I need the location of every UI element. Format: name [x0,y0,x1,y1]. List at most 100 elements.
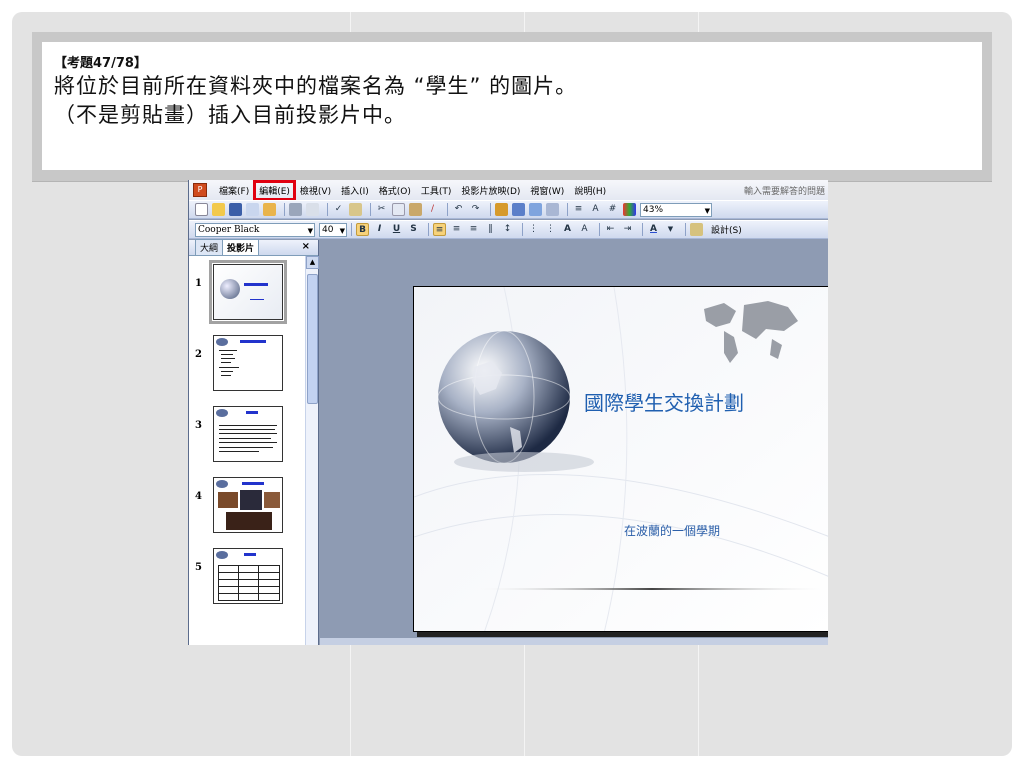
decrease-indent-icon[interactable]: ⇤ [604,223,617,236]
permission-icon[interactable] [246,203,259,216]
formatting-toolbar: Cooper Black ▼ 40 ▼ B I U S ≡ ≡ ≡ ‖ ↕ ⋮ … [189,220,828,239]
zoom-select[interactable]: 43% ▼ [640,202,712,217]
format-painter-icon[interactable]: / [426,203,439,216]
scroll-thumb[interactable] [307,274,318,404]
copy-icon[interactable] [392,203,405,216]
menu-file[interactable]: 檔案(F) [215,182,253,199]
slide-thumbnail-row[interactable]: 5 [193,548,303,608]
menu-format[interactable]: 格式(O) [375,182,415,199]
menu-help[interactable]: 說明(H) [570,182,610,199]
thumb-line [221,354,233,355]
question-box: 【考題47/78】 將位於目前所在資料夾中的檔案名為 “學生” 的圖片。 （不是… [42,42,982,170]
font-size-select[interactable]: 40 ▼ [319,222,347,237]
menu-view[interactable]: 檢視(V) [296,182,335,199]
slide-thumbnail[interactable] [213,477,283,533]
font-name-value: Cooper Black [198,224,260,235]
insert-chart-icon[interactable] [495,203,508,216]
slide-thumbnail[interactable] [213,548,283,604]
new-icon[interactable]: ​ [195,203,208,216]
powerpoint-app-icon[interactable]: P [193,183,207,197]
slide-thumbnail-row[interactable]: 4 [193,477,303,537]
thumb-line [221,375,231,376]
insert-picture-icon[interactable] [546,203,559,216]
underline-icon[interactable]: U [390,223,403,236]
email-icon[interactable] [263,203,276,216]
menubar: P 檔案(F) 編輯(E) 檢視(V) 插入(I) 格式(O) 工具(T) 投影… [189,180,828,201]
bullets-icon[interactable]: ⋮ [544,223,557,236]
slide-thumbnail[interactable] [209,260,287,324]
menu-slideshow[interactable]: 投影片放映(D) [457,182,524,199]
thumb-line [219,367,239,368]
numbering-icon[interactable]: ⋮ [527,223,540,236]
pane-tabs: 大綱 投影片 × [189,239,318,256]
slide-thumbnail-row[interactable]: 2 [193,335,303,395]
font-name-select[interactable]: Cooper Black ▼ [195,222,315,237]
thumb-line [219,447,273,448]
design-icon[interactable] [690,223,703,236]
scroll-up-icon[interactable]: ▲ [306,256,319,269]
slide-thumbnail-row[interactable]: 3 [193,406,303,466]
globe [438,331,570,463]
expand-all-icon[interactable]: ≡ [572,203,585,216]
color-grayscale-icon[interactable] [623,203,636,216]
menu-window[interactable]: 視窗(W) [526,182,568,199]
show-formatting-icon[interactable]: A [589,203,602,216]
slide-number: 2 [195,349,202,360]
bold-icon[interactable]: B [356,223,369,236]
thumb-title [244,283,268,286]
text-direction-icon[interactable]: ↕ [501,223,514,236]
save-icon[interactable] [229,203,242,216]
insert-table-icon[interactable] [512,203,525,216]
slide-number: 3 [195,420,202,431]
italic-icon[interactable]: I [373,223,386,236]
align-left-icon[interactable]: ≡ [433,223,446,236]
thumb-line [219,425,277,426]
decrease-font-icon[interactable]: A [578,223,591,236]
slide-title[interactable]: 國際學生交換計劃 [584,387,824,416]
help-question-input[interactable]: 輸入需要解答的問題 [740,184,828,197]
paste-icon[interactable] [409,203,422,216]
notes-divider[interactable] [320,638,828,645]
redo-icon[interactable]: ↷ [469,203,482,216]
thumb-title [240,340,266,343]
toolbar-separator [447,203,448,216]
close-icon[interactable]: × [302,241,310,252]
slide-number: 1 [195,278,202,289]
tables-borders-icon[interactable] [529,203,542,216]
menu-insert[interactable]: 插入(I) [337,182,373,199]
menu-edit[interactable]: 編輯(E) [253,180,296,201]
title-band: 【考題47/78】 將位於目前所在資料夾中的檔案名為 “學生” 的圖片。 （不是… [32,32,992,182]
increase-font-icon[interactable]: A [561,223,574,236]
toolbar-separator [327,203,328,216]
chevron-down-icon[interactable]: ▼ [664,223,677,236]
align-center-icon[interactable]: ≡ [450,223,463,236]
tab-slides[interactable]: 投影片 [222,239,260,255]
cut-icon[interactable]: ✂ [375,203,388,216]
open-folder-icon[interactable] [212,203,225,216]
spelling-icon[interactable]: ✓ [332,203,345,216]
grid-icon[interactable]: # [606,203,619,216]
align-right-icon[interactable]: ≡ [467,223,480,236]
thumb-line [221,358,235,359]
slide-subtitle[interactable]: 在波蘭的一個學期 [624,522,720,539]
research-icon[interactable] [349,203,362,216]
print-icon[interactable] [289,203,302,216]
increase-indent-icon[interactable]: ⇥ [621,223,634,236]
font-color-icon[interactable]: A [647,223,660,236]
distribute-icon[interactable]: ‖ [484,223,497,236]
menu-tools[interactable]: 工具(T) [417,182,456,199]
print-preview-icon[interactable] [306,203,319,216]
shadow-icon[interactable]: S [407,223,420,236]
thumb-line [221,371,233,372]
design-button[interactable]: 設計(S) [711,223,742,236]
thumb-photo [226,512,272,530]
toolbar-separator [685,223,686,236]
slide-canvas[interactable]: 國際學生交換計劃 在波蘭的一個學期 [413,286,828,632]
slide-thumbnail[interactable] [213,335,283,391]
slide-thumbnail[interactable] [213,406,283,462]
pane-scrollbar[interactable]: ▲ [305,256,319,645]
undo-icon[interactable]: ↶ [452,203,465,216]
slide-thumbnail-row[interactable]: 1 [193,260,303,324]
tab-outline[interactable]: 大綱 [195,239,224,255]
thumb-line [258,565,259,601]
